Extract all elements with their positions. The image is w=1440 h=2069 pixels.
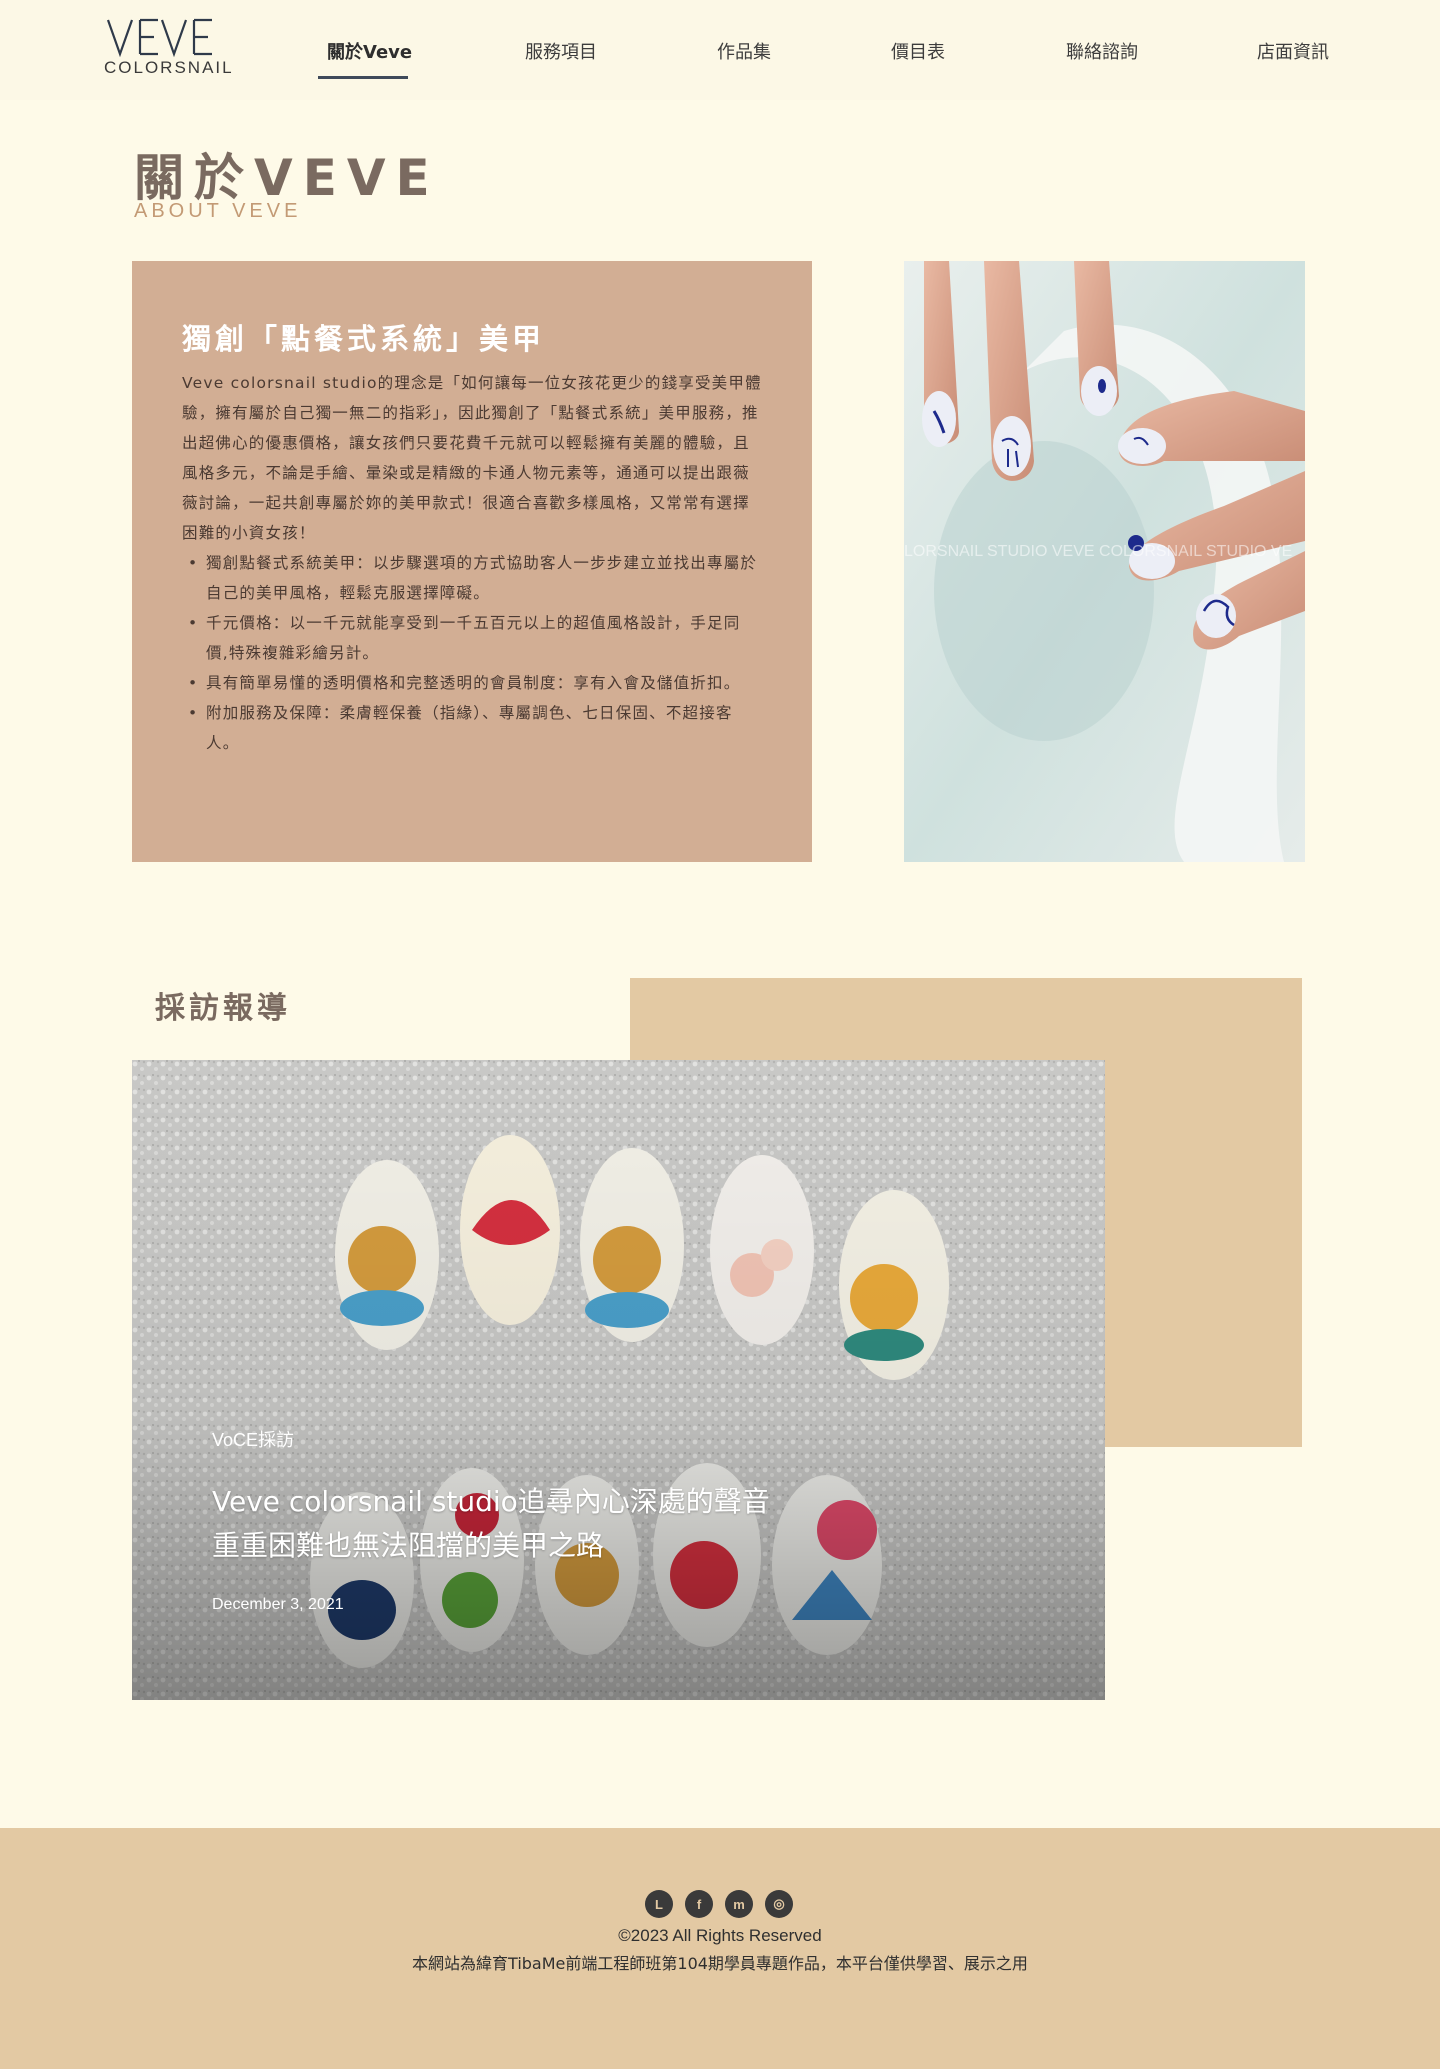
messenger-icon[interactable]: m bbox=[725, 1890, 753, 1918]
nav-store-info[interactable]: 店面資訊 bbox=[1257, 38, 1329, 64]
about-feature-item: 具有簡單易懂的透明價格和完整透明的會員制度：享有入會及儲值折扣。 bbox=[182, 668, 762, 698]
about-feature-item: 獨創點餐式系統美甲：以步驟選項的方式協助客人一步步建立並找出專屬於自己的美甲風格… bbox=[182, 548, 762, 608]
nav-services[interactable]: 服務項目 bbox=[525, 38, 597, 64]
line-icon[interactable]: L bbox=[645, 1890, 673, 1918]
about-card: 獨創「點餐式系統」美甲 Veve colorsnail studio的理念是「如… bbox=[132, 261, 812, 862]
article-headline[interactable]: Veve colorsnail studio追尋內心深處的聲音 重重困難也無法阻… bbox=[212, 1480, 912, 1568]
about-card-body: Veve colorsnail studio的理念是「如何讓每一位女孩花更少的錢… bbox=[182, 368, 762, 758]
media-article-card[interactable]: VoCE採訪 Veve colorsnail studio追尋內心深處的聲音 重… bbox=[132, 1060, 1105, 1700]
article-tag: VoCE採訪 bbox=[212, 1430, 295, 1450]
about-card-title: 獨創「點餐式系統」美甲 bbox=[182, 322, 546, 356]
about-nail-photo: LORSNAIL STUDIO VEVE COLORSNAIL STUDIO V… bbox=[904, 261, 1305, 862]
site-header: COLORSNAIL 關於Veve 服務項目 作品集 價目表 聯絡諮詢 店面資訊 bbox=[0, 0, 1440, 100]
instagram-icon[interactable]: ◎ bbox=[765, 1890, 793, 1918]
copyright-text: ©2023 All Rights Reserved bbox=[618, 1926, 822, 1945]
photo-watermark: LORSNAIL STUDIO VEVE COLORSNAIL STUDIO V… bbox=[904, 543, 1293, 560]
nav-contact[interactable]: 聯絡諮詢 bbox=[1066, 38, 1138, 64]
article-headline-line2: 重重困難也無法阻擋的美甲之路 bbox=[212, 1529, 605, 1562]
site-footer: L f m ◎ ©2023 All Rights Reserved 本網站為緯育… bbox=[0, 1828, 1440, 2069]
media-section-title: 採訪報導 bbox=[155, 991, 291, 1026]
article-headline-line1: Veve colorsnail studio追尋內心深處的聲音 bbox=[212, 1485, 770, 1518]
nail-hand-illustration bbox=[904, 261, 1305, 862]
nav-active-indicator bbox=[318, 76, 408, 79]
about-feature-item: 千元價格：以一千元就能享受到一千五百元以上的超值風格設計，手足同價,特殊複雜彩繪… bbox=[182, 608, 762, 668]
nav-portfolio[interactable]: 作品集 bbox=[717, 38, 771, 64]
article-date: December 3, 2021 bbox=[212, 1596, 344, 1613]
about-intro: Veve colorsnail studio的理念是「如何讓每一位女孩花更少的錢… bbox=[182, 374, 762, 542]
nav-about[interactable]: 關於Veve bbox=[327, 38, 412, 64]
facebook-icon[interactable]: f bbox=[685, 1890, 713, 1918]
main-nav: 關於Veve 服務項目 作品集 價目表 聯絡諮詢 店面資訊 bbox=[0, 0, 1440, 100]
about-feature-item: 附加服務及保障：柔膚輕保養（指緣）、專屬調色、七日保固、不超接客人。 bbox=[182, 698, 762, 758]
nav-pricing[interactable]: 價目表 bbox=[891, 38, 945, 64]
about-features-list: 獨創點餐式系統美甲：以步驟選項的方式協助客人一步步建立並找出專屬於自己的美甲風格… bbox=[182, 548, 762, 758]
about-subtitle: ABOUT VEVE bbox=[134, 200, 302, 222]
disclaimer-text: 本網站為緯育TibaMe前端工程師班第104期學員專題作品，本平台僅供學習、展示… bbox=[412, 1954, 1028, 1973]
media-article-text: VoCE採訪 Veve colorsnail studio追尋內心深處的聲音 重… bbox=[212, 1426, 912, 1614]
